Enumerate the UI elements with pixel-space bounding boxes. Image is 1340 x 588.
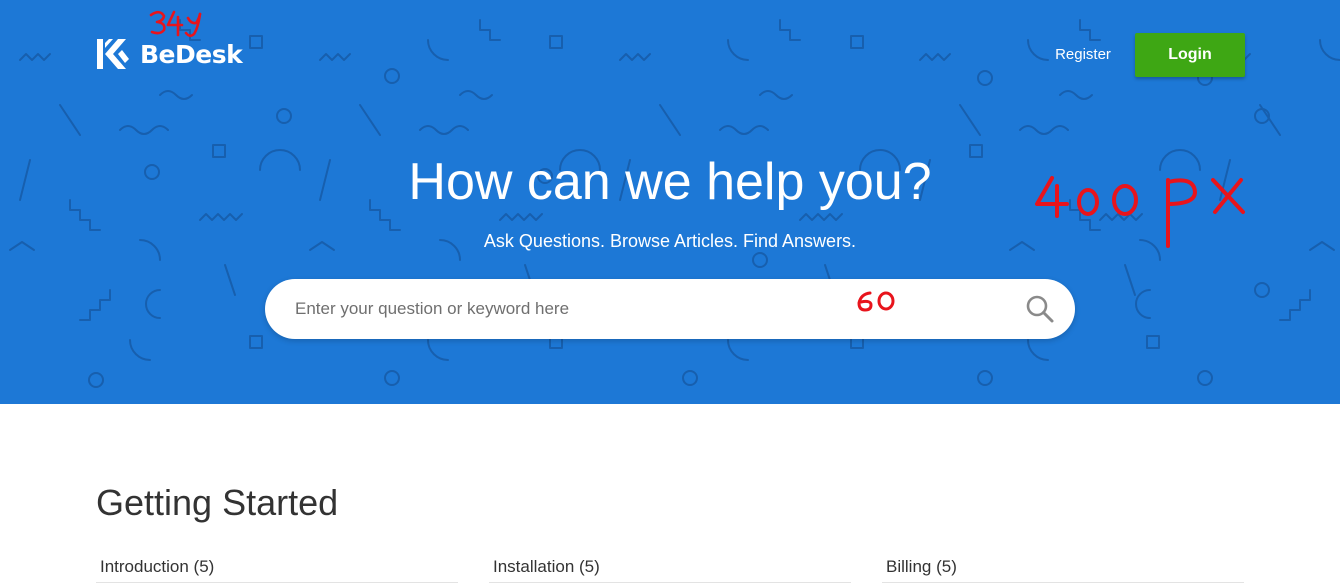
category-introduction[interactable]: Introduction (5)	[96, 555, 458, 583]
annotation-hero-height	[1035, 176, 1245, 248]
section-title: Getting Started	[96, 482, 339, 523]
bedesk-logo-icon	[97, 39, 129, 69]
annotation-logo-height: 34	[149, 10, 202, 38]
search-icon	[1026, 295, 1054, 323]
category-installation[interactable]: Installation (5)	[489, 555, 851, 583]
hero-banner: BeDesk Register Login How can we help yo…	[0, 0, 1340, 404]
annotation-search-height	[857, 291, 895, 312]
login-button[interactable]: Login	[1135, 33, 1245, 77]
logo-text: BeDesk	[140, 39, 243, 69]
register-link[interactable]: Register	[1040, 45, 1126, 65]
search-bar	[265, 279, 1075, 339]
category-billing[interactable]: Billing (5)	[882, 555, 1244, 583]
search-button[interactable]	[1005, 279, 1075, 339]
